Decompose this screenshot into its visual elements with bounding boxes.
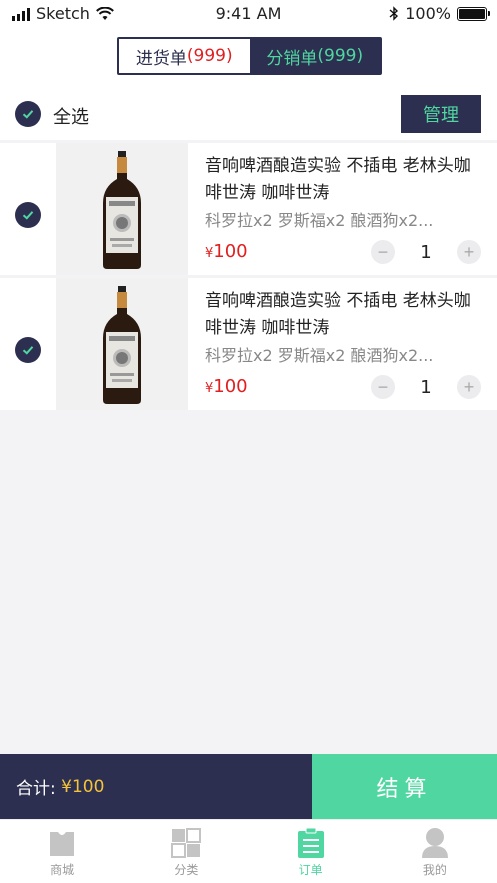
checkout-bar: 合计: ¥100 结算: [0, 754, 497, 819]
plus-icon: +: [463, 242, 475, 262]
price-value: 100: [213, 241, 248, 262]
battery-icon: [457, 6, 490, 21]
item-checkbox[interactable]: [15, 202, 41, 228]
tab-distribution-orders[interactable]: 分销单 (999): [249, 39, 380, 73]
tab-label: 进货单: [135, 48, 187, 69]
select-all-checkbox[interactable]: [15, 101, 41, 127]
bottom-tab-bar: 商城 分类 订单 我的: [0, 819, 497, 883]
cart-item: 音响啤酒酿造实验 不插电 老林头咖啡世涛 咖啡世涛 科罗拉x2 罗斯福x2 酿酒…: [0, 278, 497, 410]
manage-button[interactable]: 管理: [401, 95, 481, 133]
bluetooth-icon: [389, 6, 399, 21]
product-price: ¥100: [205, 376, 248, 397]
product-price: ¥100: [205, 241, 248, 262]
quantity-value[interactable]: 1: [406, 377, 446, 398]
tab-count: (999): [186, 46, 233, 66]
product-title[interactable]: 音响啤酒酿造实验 不插电 老林头咖啡世涛 咖啡世涛: [205, 288, 485, 342]
status-bar: Sketch 9:41 AM 100%: [0, 0, 497, 28]
product-image[interactable]: [56, 278, 188, 410]
increase-button[interactable]: +: [457, 240, 481, 264]
tab-purchase-orders[interactable]: 进货单 (999): [119, 39, 250, 73]
battery-percent: 100%: [405, 4, 451, 23]
quantity-stepper: − 1 +: [371, 240, 481, 264]
select-all-row: 全选 管理: [0, 90, 497, 140]
total-label: 合计:: [16, 779, 56, 799]
tab-profile[interactable]: 我的: [373, 820, 497, 883]
quantity-stepper: − 1 +: [371, 375, 481, 399]
price-value: 100: [213, 376, 248, 397]
tab-mall[interactable]: 商城: [0, 820, 124, 883]
total-amount: ¥100: [61, 776, 105, 797]
tab-category[interactable]: 分类: [124, 820, 248, 883]
product-spec: 科罗拉x2 罗斯福x2 酿酒狗x2...: [205, 211, 434, 230]
beer-bottle-icon: [103, 286, 141, 404]
checkout-button[interactable]: 结算: [312, 754, 497, 819]
minus-icon: −: [377, 377, 389, 397]
header: 进货单 (999) 分销单 (999): [0, 28, 497, 90]
decrease-button[interactable]: −: [371, 240, 395, 264]
product-spec: 科罗拉x2 罗斯福x2 酿酒狗x2...: [205, 346, 434, 365]
tab-label: 分类: [174, 863, 199, 877]
plus-icon: +: [463, 377, 475, 397]
minus-icon: −: [377, 242, 389, 262]
check-icon: [22, 110, 34, 119]
product-title[interactable]: 音响啤酒酿造实验 不插电 老林头咖啡世涛 咖啡世涛: [205, 153, 485, 207]
select-all-label: 全选: [53, 107, 89, 128]
profile-icon: [421, 828, 448, 858]
cart-item: 音响啤酒酿造实验 不插电 老林头咖啡世涛 咖啡世涛 科罗拉x2 罗斯福x2 酿酒…: [0, 143, 497, 275]
category-grid-icon: [171, 828, 202, 858]
shopping-bag-icon: [50, 832, 75, 856]
tab-label: 分销单: [266, 48, 318, 69]
tab-count: (999): [317, 46, 364, 66]
order-type-switch: 进货单 (999) 分销单 (999): [117, 37, 382, 75]
tab-label: 订单: [298, 863, 323, 877]
quantity-value[interactable]: 1: [406, 242, 446, 263]
tab-label: 我的: [422, 863, 447, 877]
product-image[interactable]: [56, 143, 188, 275]
check-icon: [22, 346, 34, 355]
total-summary: 合计: ¥100: [0, 754, 312, 819]
tab-orders[interactable]: 订单: [249, 820, 373, 883]
increase-button[interactable]: +: [457, 375, 481, 399]
item-checkbox[interactable]: [15, 337, 41, 363]
tab-label: 商城: [50, 863, 75, 877]
order-list-icon: [297, 827, 324, 858]
beer-bottle-icon: [103, 151, 141, 269]
decrease-button[interactable]: −: [371, 375, 395, 399]
check-icon: [22, 211, 34, 220]
